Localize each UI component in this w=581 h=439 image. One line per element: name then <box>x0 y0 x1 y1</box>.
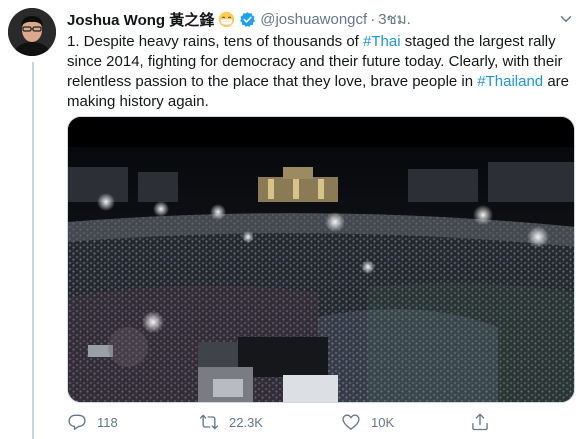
like-count: 10K <box>371 414 395 430</box>
hashtag-link[interactable]: #Thailand <box>477 73 543 90</box>
reply-count: 118 <box>97 414 118 430</box>
hashtag-link[interactable]: #Thai <box>363 33 401 50</box>
avatar-image <box>8 8 56 56</box>
tweet-media-photo[interactable] <box>67 116 575 403</box>
chevron-down-icon[interactable] <box>557 10 575 28</box>
tweet-text: 1. Despite heavy rains, tens of thousand… <box>67 32 575 112</box>
share-button[interactable] <box>470 412 500 432</box>
separator-dot: · <box>370 10 376 28</box>
tweet-content: Joshua Wong 黃之鋒 @joshuawongcf · 3ชม. 1. … <box>67 8 575 112</box>
retweet-count: 22.3K <box>229 414 263 430</box>
thread-line <box>32 62 34 439</box>
author-handle[interactable]: @joshuawongcf <box>260 11 367 28</box>
display-name[interactable]: Joshua Wong 黃之鋒 <box>67 9 214 30</box>
reply-icon <box>68 414 86 430</box>
share-icon <box>472 413 488 431</box>
tweet-timestamp[interactable]: 3ชม. <box>378 7 411 31</box>
avatar[interactable] <box>8 8 56 56</box>
tweet-text-part: 1. Despite heavy rains, tens of thousand… <box>67 33 364 50</box>
tweet-header: Joshua Wong 黃之鋒 @joshuawongcf · 3ชม. <box>67 8 575 30</box>
tweet-actions: 118 22.3K 10K <box>67 410 575 438</box>
crowd-photo <box>68 117 574 402</box>
reply-button[interactable]: 118 <box>67 412 118 432</box>
heart-icon <box>342 414 360 430</box>
face-with-medical-mask-emoji-icon <box>219 11 235 27</box>
like-button[interactable]: 10K <box>341 412 394 432</box>
retweet-icon <box>199 414 219 430</box>
retweet-button[interactable]: 22.3K <box>199 412 263 432</box>
verified-badge-icon <box>240 11 256 27</box>
